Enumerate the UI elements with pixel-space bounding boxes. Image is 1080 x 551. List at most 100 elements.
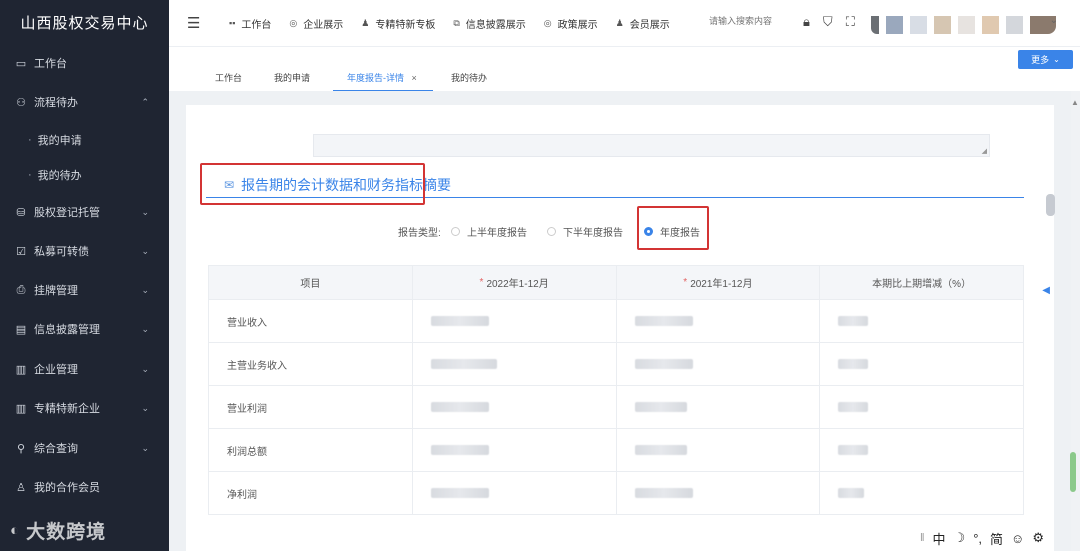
sidebar-item-workbench[interactable]: ▭ 工作台 [0,45,169,81]
tab-my-todos[interactable]: 我的待办 [451,71,487,84]
top-nav: ▪▪ 工作台 ◎ 企业展示 ♟ 专精特新专板 ⧉ 信息披露展示 ◎ 政策展示 ♟… [229,0,688,46]
sidebar-item-equity[interactable]: ⛁ 股权登记托管 ⌄ [0,194,169,230]
chevron-down-icon[interactable]: ⌄ [1050,15,1058,26]
value-cell[interactable] [413,300,617,342]
sidebar-item-members[interactable]: ♙ 我的合作会员 [0,469,169,505]
stock-icon: ⛁ [16,206,26,219]
radio-half-year-first[interactable]: 上半年度报告 [451,224,527,239]
watermark-text: 大数跨境 [26,522,107,543]
redacted-value [838,445,869,455]
sidebar-item-my-todos[interactable]: · 我的待办 [0,157,169,193]
value-cell[interactable] [820,300,1024,342]
highlight-box [637,206,709,250]
column-header: * 2021年1-12月 [617,266,821,299]
punctuation-icon[interactable]: °, [973,531,982,546]
required-mark: * [479,277,484,288]
value-cell[interactable] [617,343,821,385]
eye-icon: ◎ [289,17,298,28]
report-type-label: 报告类型: [398,228,441,239]
search-input[interactable] [709,16,799,26]
value-cell[interactable] [617,300,821,342]
ime-mode[interactable]: 中 [933,529,946,548]
moon-icon[interactable]: ☽ [954,530,966,546]
close-icon[interactable]: × [412,73,417,83]
table-header: 项目 * 2022年1-12月 * 2021年1-12月 本期比上期增减（%） [209,265,1024,300]
topnav-members[interactable]: ♟ 会员展示 [616,16,670,31]
grid-icon: ▪▪ [229,18,236,28]
value-cell[interactable] [617,472,821,514]
chevron-down-icon: ⌄ [1053,55,1060,64]
redacted-value [430,402,489,412]
value-cell[interactable] [820,472,1024,514]
sidebar-item-enterprise[interactable]: ▥ 企业管理 ⌄ [0,351,169,387]
value-cell[interactable] [820,429,1024,471]
value-cell[interactable] [413,429,617,471]
more-button[interactable]: 更多 ⌄ [1018,50,1073,69]
column-header: * 2022年1-12月 [413,266,617,299]
topnav-policy[interactable]: ◎ 政策展示 [544,16,598,31]
header-text: 本期比上期增减（%） [872,279,972,290]
radio-circle[interactable] [547,227,556,236]
value-cell[interactable] [617,386,821,428]
column-header: 项目 [209,266,413,299]
topnav-workbench[interactable]: ▪▪ 工作台 [229,16,271,31]
emoji-icon[interactable]: ☺ [1011,531,1024,546]
avatar[interactable] [871,12,1063,36]
sidebar-item-bond[interactable]: ☑ 私募可转债 ⌄ [0,233,169,269]
table-row: 营业收入 [209,300,1024,343]
ime-simplified[interactable]: 简 [990,529,1003,548]
table-row: 主营业务收入 [209,343,1024,386]
redacted-value [838,488,865,498]
bullet-icon: · [28,134,32,146]
more-label: 更多 [1031,55,1050,65]
row-label: 营业收入 [209,300,413,342]
sidebar-item-specialized[interactable]: ▥ 专精特新企业 ⌄ [0,390,169,426]
topnav-disclosure[interactable]: ⧉ 信息披露展示 [453,16,525,31]
resize-grip-icon[interactable]: ◢ [982,147,987,155]
fullscreen-icon[interactable]: ⛶ [846,14,855,30]
chevron-down-icon: ⌄ [141,402,149,413]
topnav-specialized[interactable]: ♟ 专精特新专板 [361,16,435,31]
page-scrollbar-thumb[interactable] [1070,452,1076,492]
redacted-value [634,316,693,326]
value-cell[interactable] [413,386,617,428]
sidebar-item-query[interactable]: ⚲ 综合查询 ⌄ [0,430,169,466]
scroll-up-icon[interactable]: ▲ [1071,98,1079,107]
value-cell[interactable] [617,429,821,471]
lock-icon[interactable]: 🔒︎ [803,14,810,30]
sidebar-item-flow[interactable]: ⚇ 流程待办 ⌃ [0,84,169,120]
chevron-down-icon: ⌄ [141,323,149,334]
content-scrollbar[interactable] [1044,91,1058,551]
radio-circle[interactable] [451,227,460,236]
shirt-icon[interactable]: ⛉ [823,14,833,30]
sidebar-item-my-applications[interactable]: · 我的申请 [0,122,169,158]
value-cell[interactable] [820,386,1024,428]
value-cell[interactable] [413,343,617,385]
scrollbar-thumb[interactable] [1046,194,1055,216]
value-cell[interactable] [820,343,1024,385]
hamburger-icon[interactable]: ☰ [187,14,200,32]
value-cell[interactable] [413,472,617,514]
redacted-value [430,359,497,369]
highlight-box [200,163,425,205]
top-bar: ☰ ▪▪ 工作台 ◎ 企业展示 ♟ 专精特新专板 ⧉ 信息披露展示 ◎ 政策展示… [169,0,1080,46]
topnav-label: 会员展示 [629,19,670,31]
sidebar-item-disclosure[interactable]: ▤ 信息披露管理 ⌄ [0,311,169,347]
sidebar-item-listing[interactable]: ⎙ 挂牌管理 ⌄ [0,272,169,308]
row-label: 主营业务收入 [209,343,413,385]
topnav-enterprise[interactable]: ◎ 企业展示 [289,16,343,31]
building-icon: ▥ [15,363,27,376]
remarks-textarea[interactable]: ◢ [313,134,990,157]
sidebar-item-label: 私募可转债 [34,246,89,258]
tab-my-applications[interactable]: 我的申请 [274,71,310,84]
sidebar-item-label: 我的合作会员 [34,482,100,494]
redacted-value [838,316,869,326]
settings-icon[interactable]: ⚙ [1032,530,1044,546]
tab-workbench[interactable]: 工作台 [215,71,242,84]
chevron-down-icon: ⌄ [141,442,149,453]
redacted-value [430,488,489,498]
tab-annual-report[interactable]: 年度报告-详情 × [347,71,417,84]
redacted-value [430,316,489,326]
radio-half-year-second[interactable]: 下半年度报告 [547,224,623,239]
redacted-value [634,488,693,498]
